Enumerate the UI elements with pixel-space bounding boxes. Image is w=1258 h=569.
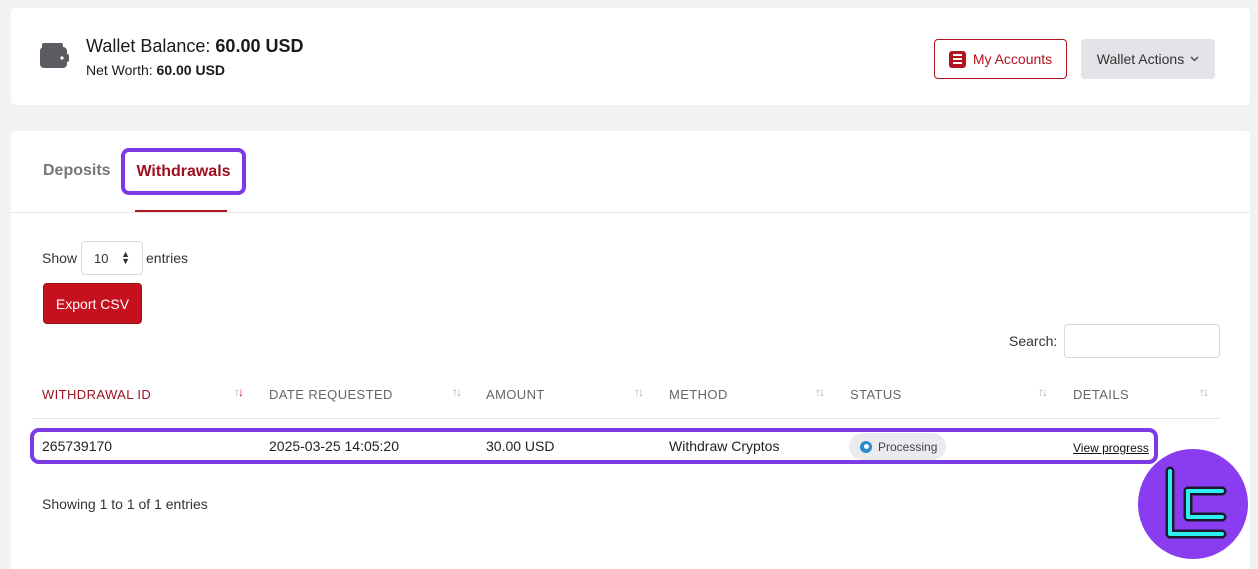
cell-date-requested: 2025-03-25 14:05:20 <box>269 438 399 454</box>
processing-status-icon <box>860 440 872 453</box>
select-arrows-icon: ▲ ▼ <box>121 249 130 266</box>
transactions-card: Deposits Withdrawals Show 10 ▲ ▼ entries … <box>11 131 1250 569</box>
sort-icon[interactable]: ↑↓ <box>1199 385 1209 399</box>
cell-amount: 30.00 USD <box>486 438 555 454</box>
column-header-date-requested[interactable]: DATE REQUESTED <box>269 387 393 402</box>
wallet-summary-card: Wallet Balance: 60.00 USD Net Worth: 60.… <box>11 8 1250 105</box>
entries-per-page-select[interactable]: 10 ▲ ▼ <box>81 241 143 275</box>
search-input[interactable] <box>1064 324 1220 358</box>
sort-icon[interactable]: ↑↓ <box>234 385 244 399</box>
search-label: Search: <box>1009 333 1058 349</box>
wallet-actions-dropdown[interactable]: Wallet Actions <box>1081 39 1215 79</box>
export-csv-button[interactable]: Export CSV <box>43 283 142 324</box>
column-header-method[interactable]: METHOD <box>669 387 728 402</box>
tab-deposits[interactable]: Deposits <box>43 162 111 180</box>
cell-withdrawal-id: 265739170 <box>42 438 113 454</box>
brand-logo <box>1138 449 1248 559</box>
wallet-icon <box>40 43 69 68</box>
cell-method: Withdraw Cryptos <box>669 438 780 454</box>
wallet-balance-value: 60.00 USD <box>215 36 304 56</box>
table-info: Showing 1 to 1 of 1 entries <box>42 496 208 512</box>
brand-logo-mark <box>1165 466 1227 539</box>
column-header-amount[interactable]: AMOUNT <box>486 387 545 402</box>
view-progress-link[interactable]: View progress <box>1073 441 1149 455</box>
entries-label: entries <box>146 250 189 266</box>
show-label: Show <box>42 250 78 266</box>
column-header-withdrawal-id[interactable]: WITHDRAWAL ID <box>42 387 151 402</box>
sort-icon[interactable]: ↑↓ <box>815 385 825 399</box>
column-header-status[interactable]: STATUS <box>850 387 902 402</box>
net-worth: Net Worth: 60.00 USD <box>86 62 226 78</box>
status-badge: Processing <box>849 433 946 460</box>
tab-withdrawals[interactable]: Withdrawals <box>121 148 246 195</box>
sort-icon[interactable]: ↑↓ <box>634 385 644 399</box>
sort-icon[interactable]: ↑↓ <box>452 385 462 399</box>
net-worth-value: 60.00 USD <box>156 62 226 78</box>
tabs-divider <box>11 212 1250 213</box>
my-accounts-button[interactable]: My Accounts <box>934 39 1067 79</box>
chevron-down-icon <box>1190 56 1199 62</box>
table-row <box>30 428 1158 464</box>
accounts-list-icon <box>948 50 966 68</box>
table-header-divider <box>32 418 1220 419</box>
sort-icon[interactable]: ↑↓ <box>1038 385 1048 399</box>
wallet-balance: Wallet Balance: 60.00 USD <box>86 36 304 56</box>
column-header-details[interactable]: DETAILS <box>1073 387 1129 402</box>
